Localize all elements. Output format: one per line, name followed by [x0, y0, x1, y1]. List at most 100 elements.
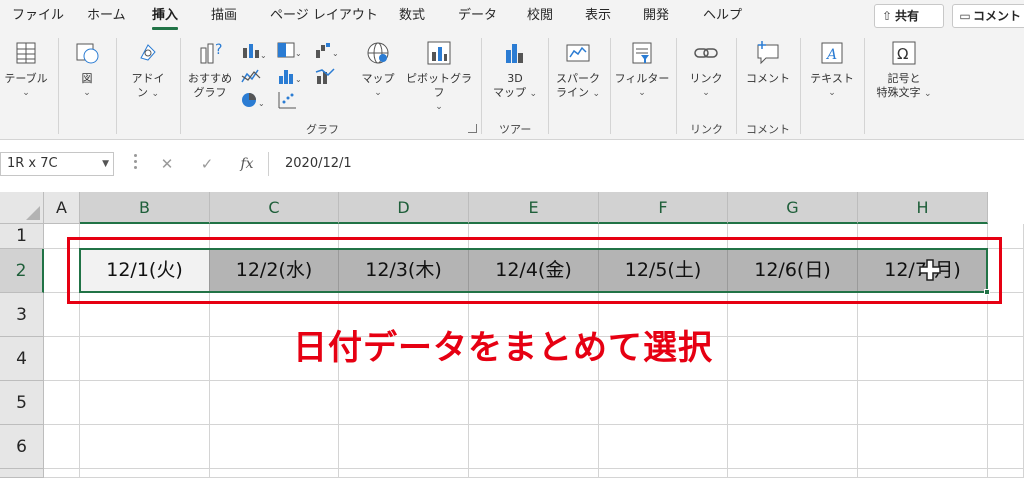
grid-cell[interactable]: [469, 381, 599, 425]
grid-cell[interactable]: [339, 224, 469, 249]
row-header-3[interactable]: 3: [0, 293, 44, 337]
select-all-button[interactable]: [0, 192, 44, 224]
grid-cell[interactable]: [469, 224, 599, 249]
row-header-1[interactable]: 1: [0, 224, 44, 249]
grid-cell[interactable]: [858, 381, 988, 425]
worksheet-grid[interactable]: A B C D E F G H 1 2 3 4 5 6 12/1(火) 12/2…: [0, 192, 1024, 478]
statistic-chart-icon[interactable]: ⌄: [276, 66, 302, 86]
grid-cell[interactable]: [80, 224, 210, 249]
cell-d2[interactable]: 12/3(木): [339, 249, 469, 292]
grid-cell[interactable]: [599, 469, 728, 478]
symbols-button[interactable]: Ω 記号と 特殊文字 ⌄: [868, 38, 940, 101]
grid-cell[interactable]: [80, 381, 210, 425]
link-button[interactable]: リンク ⌄: [684, 38, 728, 100]
grid-cell[interactable]: [339, 425, 469, 469]
grid-cell[interactable]: [469, 469, 599, 478]
tab-home[interactable]: ホーム: [87, 0, 126, 32]
grid-cell[interactable]: [339, 469, 469, 478]
cell-e2[interactable]: 12/4(金): [469, 249, 599, 292]
pivot-chart-button[interactable]: ピボットグラフ ⌄: [404, 38, 474, 114]
grid-cell[interactable]: [728, 337, 858, 381]
grid-cell[interactable]: [44, 381, 80, 425]
grid-cell[interactable]: [988, 224, 1024, 249]
fill-handle[interactable]: [984, 289, 990, 295]
grid-cell[interactable]: [599, 381, 728, 425]
new-comment-button[interactable]: コメント: [744, 38, 792, 86]
cell-b2[interactable]: 12/1(火): [80, 249, 210, 292]
column-header-b[interactable]: B: [80, 192, 210, 224]
name-box[interactable]: 1R x 7C ▼: [0, 152, 114, 176]
grid-cell[interactable]: [44, 249, 80, 293]
column-chart-icon[interactable]: ⌄: [240, 40, 267, 60]
tab-insert[interactable]: 挿入: [152, 0, 179, 32]
column-header-c[interactable]: C: [210, 192, 339, 224]
grid-cell[interactable]: [80, 469, 210, 478]
grid-cell[interactable]: [210, 425, 339, 469]
grid-cell[interactable]: [728, 224, 858, 249]
formula-input[interactable]: 2020/12/1: [268, 152, 1024, 176]
line-chart-icon[interactable]: [240, 66, 266, 86]
illustrations-button[interactable]: 図 ⌄: [70, 38, 104, 100]
table-button[interactable]: テーブル ⌄: [4, 38, 48, 100]
grid-cell[interactable]: [728, 469, 858, 478]
grid-cell[interactable]: [988, 425, 1024, 469]
pie-chart-icon[interactable]: ⌄: [240, 90, 266, 110]
grid-cell[interactable]: [858, 337, 988, 381]
grid-cell[interactable]: [988, 469, 1024, 478]
grid-cell[interactable]: [858, 425, 988, 469]
tab-draw[interactable]: 描画: [211, 0, 237, 32]
grid-cell[interactable]: [599, 224, 728, 249]
grid-cell[interactable]: [858, 293, 988, 337]
column-header-d[interactable]: D: [339, 192, 469, 224]
grid-cell[interactable]: [44, 293, 80, 337]
grid-cell[interactable]: [469, 425, 599, 469]
row-header-7[interactable]: [0, 469, 44, 478]
column-header-h[interactable]: H: [858, 192, 988, 224]
waterfall-chart-icon[interactable]: ⌄: [314, 40, 340, 60]
grid-cell[interactable]: [80, 293, 210, 337]
row-header-4[interactable]: 4: [0, 337, 44, 381]
addins-button[interactable]: アドイ ン ⌄: [126, 38, 170, 101]
insert-function-icon[interactable]: fx: [236, 152, 258, 176]
scatter-chart-icon[interactable]: [276, 90, 302, 110]
grid-cell[interactable]: [44, 337, 80, 381]
cell-f2[interactable]: 12/5(土): [599, 249, 728, 292]
grid-cell[interactable]: [44, 425, 80, 469]
sparkline-button[interactable]: スパーク ライン ⌄: [552, 38, 604, 101]
tab-help[interactable]: ヘルプ: [703, 0, 742, 32]
text-button[interactable]: A テキスト ⌄: [806, 38, 858, 100]
grid-cell[interactable]: [858, 469, 988, 478]
chevron-down-icon[interactable]: ▼: [102, 153, 109, 175]
tab-page-layout[interactable]: ページ レイアウト: [270, 0, 378, 32]
share-button[interactable]: ⇧ 共有: [874, 4, 944, 28]
grid-cell[interactable]: [988, 293, 1024, 337]
grid-cell[interactable]: [858, 224, 988, 249]
recommended-charts-button[interactable]: ? おすすめ グラフ: [186, 38, 234, 100]
row-header-5[interactable]: 5: [0, 381, 44, 425]
grid-cell[interactable]: [728, 381, 858, 425]
column-header-a[interactable]: A: [44, 192, 80, 224]
row-header-6[interactable]: 6: [0, 425, 44, 469]
enter-icon[interactable]: ✓: [196, 152, 218, 176]
row-header-2[interactable]: 2: [0, 249, 44, 293]
grid-cell[interactable]: [210, 381, 339, 425]
3d-map-button[interactable]: 3D マップ ⌄: [490, 38, 540, 101]
tab-file[interactable]: ファイル: [12, 0, 64, 32]
grid-cell[interactable]: [339, 381, 469, 425]
dialog-launcher-icon[interactable]: [468, 124, 477, 133]
grid-cell[interactable]: [728, 293, 858, 337]
grid-cell[interactable]: [988, 249, 1024, 293]
column-header-g[interactable]: G: [728, 192, 858, 224]
cell-c2[interactable]: 12/2(水): [210, 249, 339, 292]
grid-cell[interactable]: [44, 224, 80, 249]
column-header-e[interactable]: E: [469, 192, 599, 224]
tab-data[interactable]: データ: [458, 0, 497, 32]
grid-cell[interactable]: [988, 337, 1024, 381]
combo-chart-icon[interactable]: [314, 66, 340, 86]
grid-cell[interactable]: [599, 425, 728, 469]
tab-view[interactable]: 表示: [585, 0, 611, 32]
grid-cell[interactable]: [80, 337, 210, 381]
comments-button[interactable]: ▭ コメント: [952, 4, 1024, 28]
map-chart-button[interactable]: マップ ⌄: [360, 38, 396, 100]
grid-cell[interactable]: [728, 425, 858, 469]
